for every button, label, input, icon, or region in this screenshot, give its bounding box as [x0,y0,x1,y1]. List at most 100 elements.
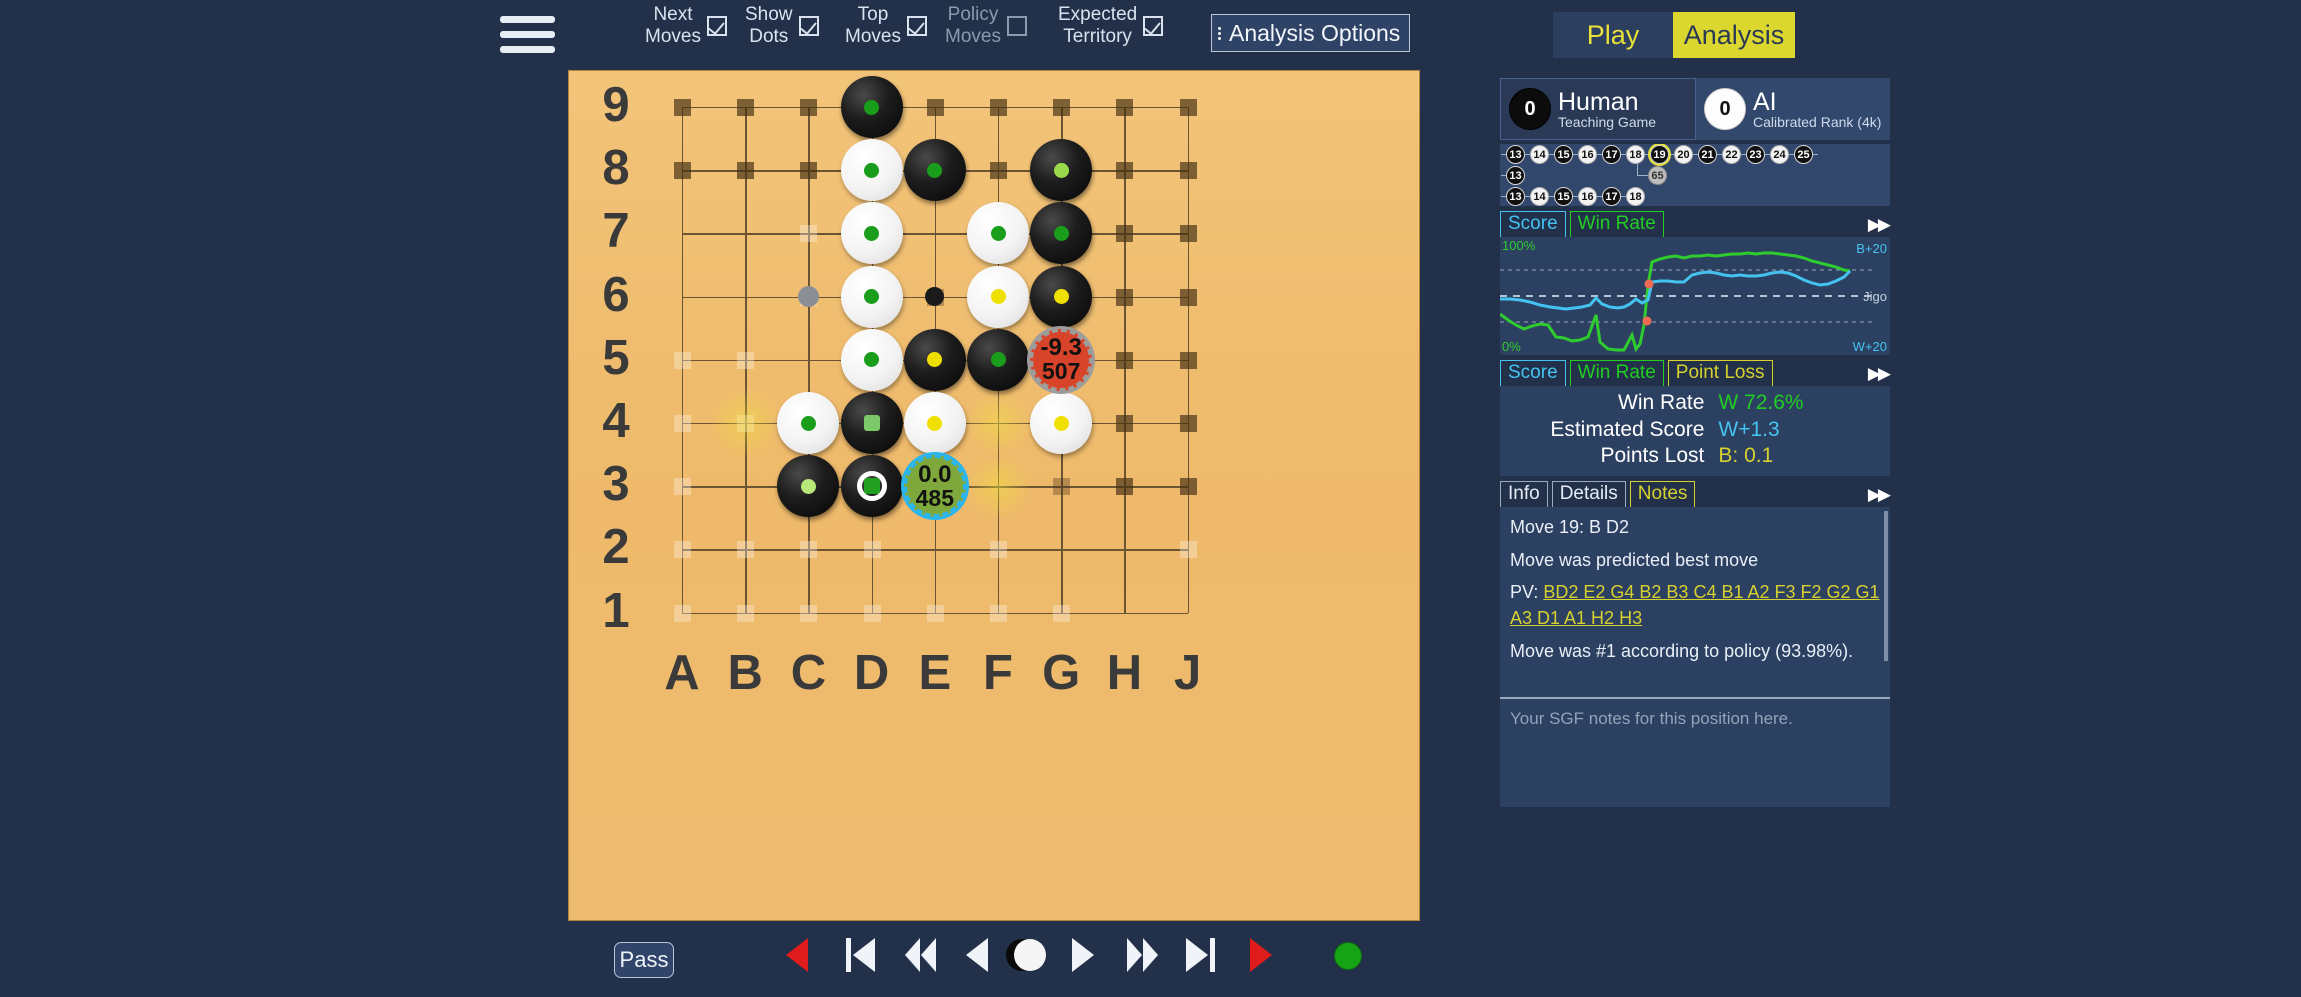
move-tree-node[interactable]: 14 [1530,187,1549,206]
sgf-notes-field[interactable]: Your SGF notes for this position here. [1500,696,1890,807]
move-tree-node[interactable]: 21 [1698,145,1717,164]
stats-tab-point-loss[interactable]: Point Loss [1667,360,1773,386]
board-row-label: 3 [602,457,630,512]
toggle-next-moves-checkbox[interactable] [706,16,727,36]
stats-tab-score[interactable]: Score [1500,360,1566,386]
toggle-policy-moves-checkbox[interactable] [1006,16,1027,36]
go-stone-black[interactable] [1030,265,1093,328]
stats-tab-win-rate[interactable]: Win Rate [1569,360,1664,386]
move-tree-node[interactable]: 15 [1554,145,1573,164]
territory-marker-black [1179,415,1197,432]
player-black[interactable]: 0 Human Teaching Game [1500,78,1696,140]
move-tree-node[interactable]: 19 [1648,144,1671,166]
info-tab-notes[interactable]: Notes [1629,480,1696,507]
next-move-button[interactable] [1072,938,1094,972]
info-fast-forward-icon[interactable]: ▶▶ [1868,485,1891,505]
go-stone-white[interactable] [967,202,1029,265]
info-tab-info[interactable]: Info [1500,480,1548,507]
graph-tab-win-rate[interactable]: Win Rate [1569,211,1664,237]
ownership-dot [1053,162,1069,178]
move-tree-node[interactable]: 15 [1554,187,1573,206]
go-board[interactable]: -9.3 507 0.0 485 A B C D E F G H J 9 8 7 6 5 4 3 2 1 [568,70,1420,921]
move-tree-node[interactable]: 17 [1602,145,1621,164]
go-stone-white[interactable] [840,328,903,391]
move-tree-node[interactable]: 22 [1722,145,1741,164]
last-move-button[interactable] [1186,938,1215,972]
go-stone-black[interactable] [777,455,840,518]
player-white[interactable]: 0 AI Calibrated Rank (4k) [1696,78,1890,140]
move-tree-branch-node[interactable]: 65 [1648,166,1667,185]
previous-move-button[interactable] [966,938,988,972]
move-tree[interactable]: 13 14 15 16 17 18 19 20 21 22 23 24 25 13 13 14 15 16 17 18… [1500,144,1890,206]
go-stone-white[interactable] [967,265,1029,328]
go-stone-white[interactable] [777,392,840,454]
move-tree-node[interactable]: 23 [1746,145,1765,164]
go-stone-black[interactable] [903,328,966,391]
redo-branch-button[interactable] [1250,938,1272,972]
go-stone-black[interactable] [1030,139,1093,202]
go-stone-white[interactable] [1030,392,1093,454]
info-pv-moves[interactable]: BD2 E2 G4 B2 B3 C4 B1 A2 F3 F2 G2 G1 A3 … [1510,582,1880,628]
go-board-grid[interactable]: -9.3 507 0.0 485 A B C D E F G H J 9 8 7 6 5 4 3 2 1 [568,70,1420,921]
toggle-show-dots[interactable]: Show Dots [745,4,819,48]
move-tree-node[interactable]: 14 [1530,145,1549,164]
first-move-button[interactable] [846,938,875,972]
turn-indicator[interactable] [1005,938,1047,972]
info-box[interactable]: Move 19: B D2 Move was predicted best mo… [1500,506,1890,697]
go-stone-white[interactable] [903,392,966,454]
territory-marker-black [737,162,755,180]
toggle-expected-territory[interactable]: Expected Territory [1058,4,1164,48]
tab-play[interactable]: Play [1553,12,1673,58]
territory-marker-white [674,604,691,622]
toggle-policy-moves[interactable]: Policy Moves [945,4,1027,48]
toggle-expected-territory-label: Expected Territory [1058,4,1138,47]
territory-marker-white [926,604,944,622]
territory-marker-black [674,162,691,180]
move-tree-node[interactable]: 17 [1602,187,1621,206]
toggle-top-moves[interactable]: Top Moves [845,4,927,48]
analysis-options-button[interactable]: Analysis Options [1211,14,1411,52]
info-pv-prefix: PV: [1510,582,1544,603]
toggle-expected-territory-checkbox[interactable] [1143,16,1164,36]
mode-tab-group: Play Analysis [1553,12,1795,58]
graph-fast-forward-icon[interactable]: ▶▶ [1868,215,1891,235]
go-stone-white[interactable] [840,265,903,328]
move-tree-node[interactable]: 24 [1770,145,1789,164]
go-stone-black[interactable] [840,455,903,518]
stats-fast-forward-icon[interactable]: ▶▶ [1868,364,1891,384]
move-tree-node[interactable]: 18 [1626,145,1645,164]
go-stone-black[interactable] [903,139,966,202]
analysis-graph[interactable]: 100% 0% B+20 Jigo W+20 [1500,237,1890,355]
info-scrollbar[interactable] [1884,510,1888,661]
go-stone-black[interactable] [1030,202,1093,265]
graph-label-100-percent: 100% [1502,238,1536,253]
candidate-move-marker[interactable]: -9.3 507 [1030,328,1093,391]
board-col-label: F [983,645,1013,700]
tab-analysis[interactable]: Analysis [1673,12,1795,58]
move-tree-node[interactable]: 16 [1578,187,1597,206]
candidate-move-marker[interactable]: 0.0 485 [903,455,966,518]
undo-branch-button[interactable] [786,938,808,972]
go-stone-black[interactable] [840,392,903,454]
toggle-show-dots-checkbox[interactable] [798,16,819,36]
pass-button[interactable]: Pass [614,942,674,978]
move-tree-node[interactable]: 13 [1506,166,1525,185]
back-ten-button[interactable] [905,938,936,972]
go-stone-black[interactable] [967,328,1029,391]
ownership-dot [863,415,880,431]
toggle-next-moves[interactable]: Next Moves [645,4,727,48]
toggle-top-moves-checkbox[interactable] [906,16,927,36]
move-tree-node[interactable]: 13 [1506,145,1525,164]
go-stone-white[interactable] [840,139,903,202]
go-stone-black[interactable] [840,76,903,138]
go-stone-white[interactable] [840,202,903,265]
move-tree-node[interactable]: 13 [1506,187,1525,206]
graph-tab-score[interactable]: Score [1500,211,1566,237]
move-tree-node[interactable]: 20 [1674,145,1693,164]
info-tab-details[interactable]: Details [1551,480,1626,507]
move-tree-node[interactable]: 25 [1794,145,1813,164]
hamburger-menu-icon[interactable] [500,10,555,58]
forward-ten-button[interactable] [1127,938,1158,972]
move-tree-node[interactable]: 16 [1578,145,1597,164]
move-tree-node[interactable]: 18 [1626,187,1645,206]
